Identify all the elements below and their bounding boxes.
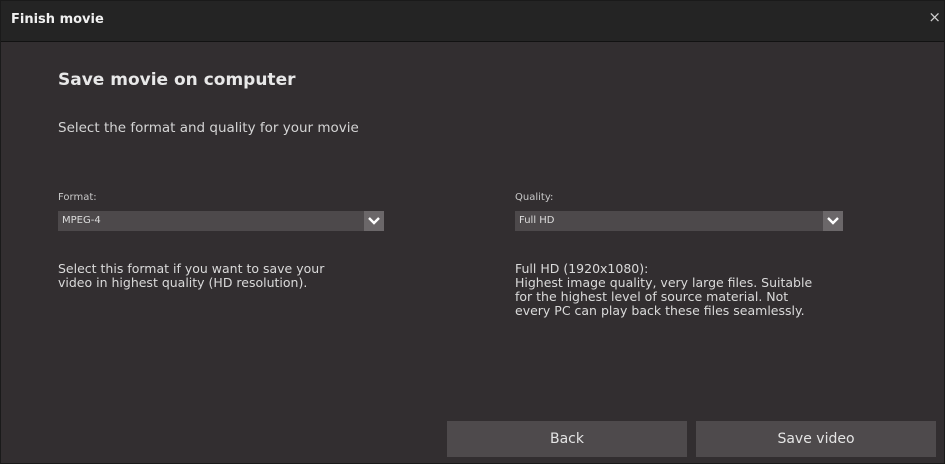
quality-description: Full HD (1920x1080): Highest image quali… xyxy=(515,262,812,318)
format-description-line: video in highest quality (HD resolution)… xyxy=(58,275,308,290)
window-title: Finish movie xyxy=(11,12,104,27)
quality-description-line: every PC can play back these files seaml… xyxy=(515,303,805,318)
page-subtitle: Select the format and quality for your m… xyxy=(58,120,359,136)
quality-description-line: Highest image quality, very large files.… xyxy=(515,275,813,290)
format-description-line: Select this format if you want to save y… xyxy=(58,261,325,276)
chevron-down-icon[interactable] xyxy=(823,211,843,231)
save-video-button[interactable]: Save video xyxy=(696,421,936,457)
quality-label: Quality: xyxy=(515,192,554,203)
finish-movie-dialog: Finish movie × Save movie on computer Se… xyxy=(0,0,945,464)
title-bar: Finish movie × xyxy=(1,1,944,42)
chevron-down-icon[interactable] xyxy=(364,211,384,231)
close-icon[interactable]: × xyxy=(928,10,941,25)
format-select[interactable]: MPEG-4 xyxy=(58,211,384,231)
quality-description-line: for the highest level of source material… xyxy=(515,289,789,304)
quality-select[interactable]: Full HD xyxy=(515,211,843,231)
format-selected-value: MPEG-4 xyxy=(62,215,101,226)
back-button[interactable]: Back xyxy=(447,421,687,457)
quality-selected-value: Full HD xyxy=(519,215,555,226)
page-title: Save movie on computer xyxy=(58,70,296,90)
format-label: Format: xyxy=(58,192,97,203)
format-description: Select this format if you want to save y… xyxy=(58,262,324,290)
quality-description-line: Full HD (1920x1080): xyxy=(515,261,649,276)
